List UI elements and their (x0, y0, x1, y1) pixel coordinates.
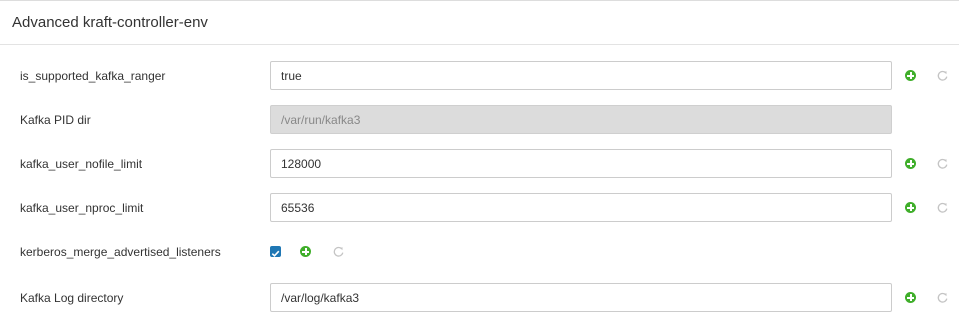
config-section-panel: Advanced kraft-controller-env is_support… (0, 0, 959, 324)
undo-icon[interactable] (332, 245, 345, 258)
section-title: Advanced kraft-controller-env (12, 14, 208, 31)
config-row-kafka-pid-dir: Kafka PID dir (0, 105, 959, 135)
kerberos-merge-advertised-listeners-checkbox[interactable] (270, 246, 281, 257)
config-row-kerberos-merge-advertised-listeners: kerberos_merge_advertised_listeners (0, 237, 959, 267)
add-override-icon[interactable] (905, 70, 916, 81)
config-row-kafka-log-directory: Kafka Log directory (0, 283, 959, 313)
undo-icon[interactable] (936, 69, 949, 82)
add-override-icon[interactable] (905, 202, 916, 213)
undo-icon[interactable] (936, 201, 949, 214)
config-row-kafka-user-nproc-limit: kafka_user_nproc_limit (0, 193, 959, 223)
add-override-icon[interactable] (905, 158, 916, 169)
config-row-kafka-user-nofile-limit: kafka_user_nofile_limit (0, 149, 959, 179)
kafka-user-nproc-limit-input[interactable] (270, 193, 892, 222)
undo-icon[interactable] (936, 157, 949, 170)
kafka-log-directory-input[interactable] (270, 283, 892, 312)
field-label: Kafka Log directory (20, 291, 124, 305)
config-row-is-supported-kafka-ranger: is_supported_kafka_ranger (0, 61, 959, 91)
undo-icon[interactable] (936, 291, 949, 304)
add-override-icon[interactable] (905, 292, 916, 303)
kafka-pid-dir-input (270, 105, 892, 134)
field-label: kafka_user_nofile_limit (20, 157, 143, 171)
section-header[interactable]: Advanced kraft-controller-env (0, 1, 959, 45)
checkmark-icon (271, 250, 280, 257)
field-label: kerberos_merge_advertised_listeners (20, 245, 221, 259)
field-label: Kafka PID dir (20, 113, 91, 127)
kafka-user-nofile-limit-input[interactable] (270, 149, 892, 178)
add-override-icon[interactable] (300, 246, 311, 257)
field-label: is_supported_kafka_ranger (20, 69, 166, 83)
is-supported-kafka-ranger-input[interactable] (270, 61, 892, 90)
field-label: kafka_user_nproc_limit (20, 201, 144, 215)
